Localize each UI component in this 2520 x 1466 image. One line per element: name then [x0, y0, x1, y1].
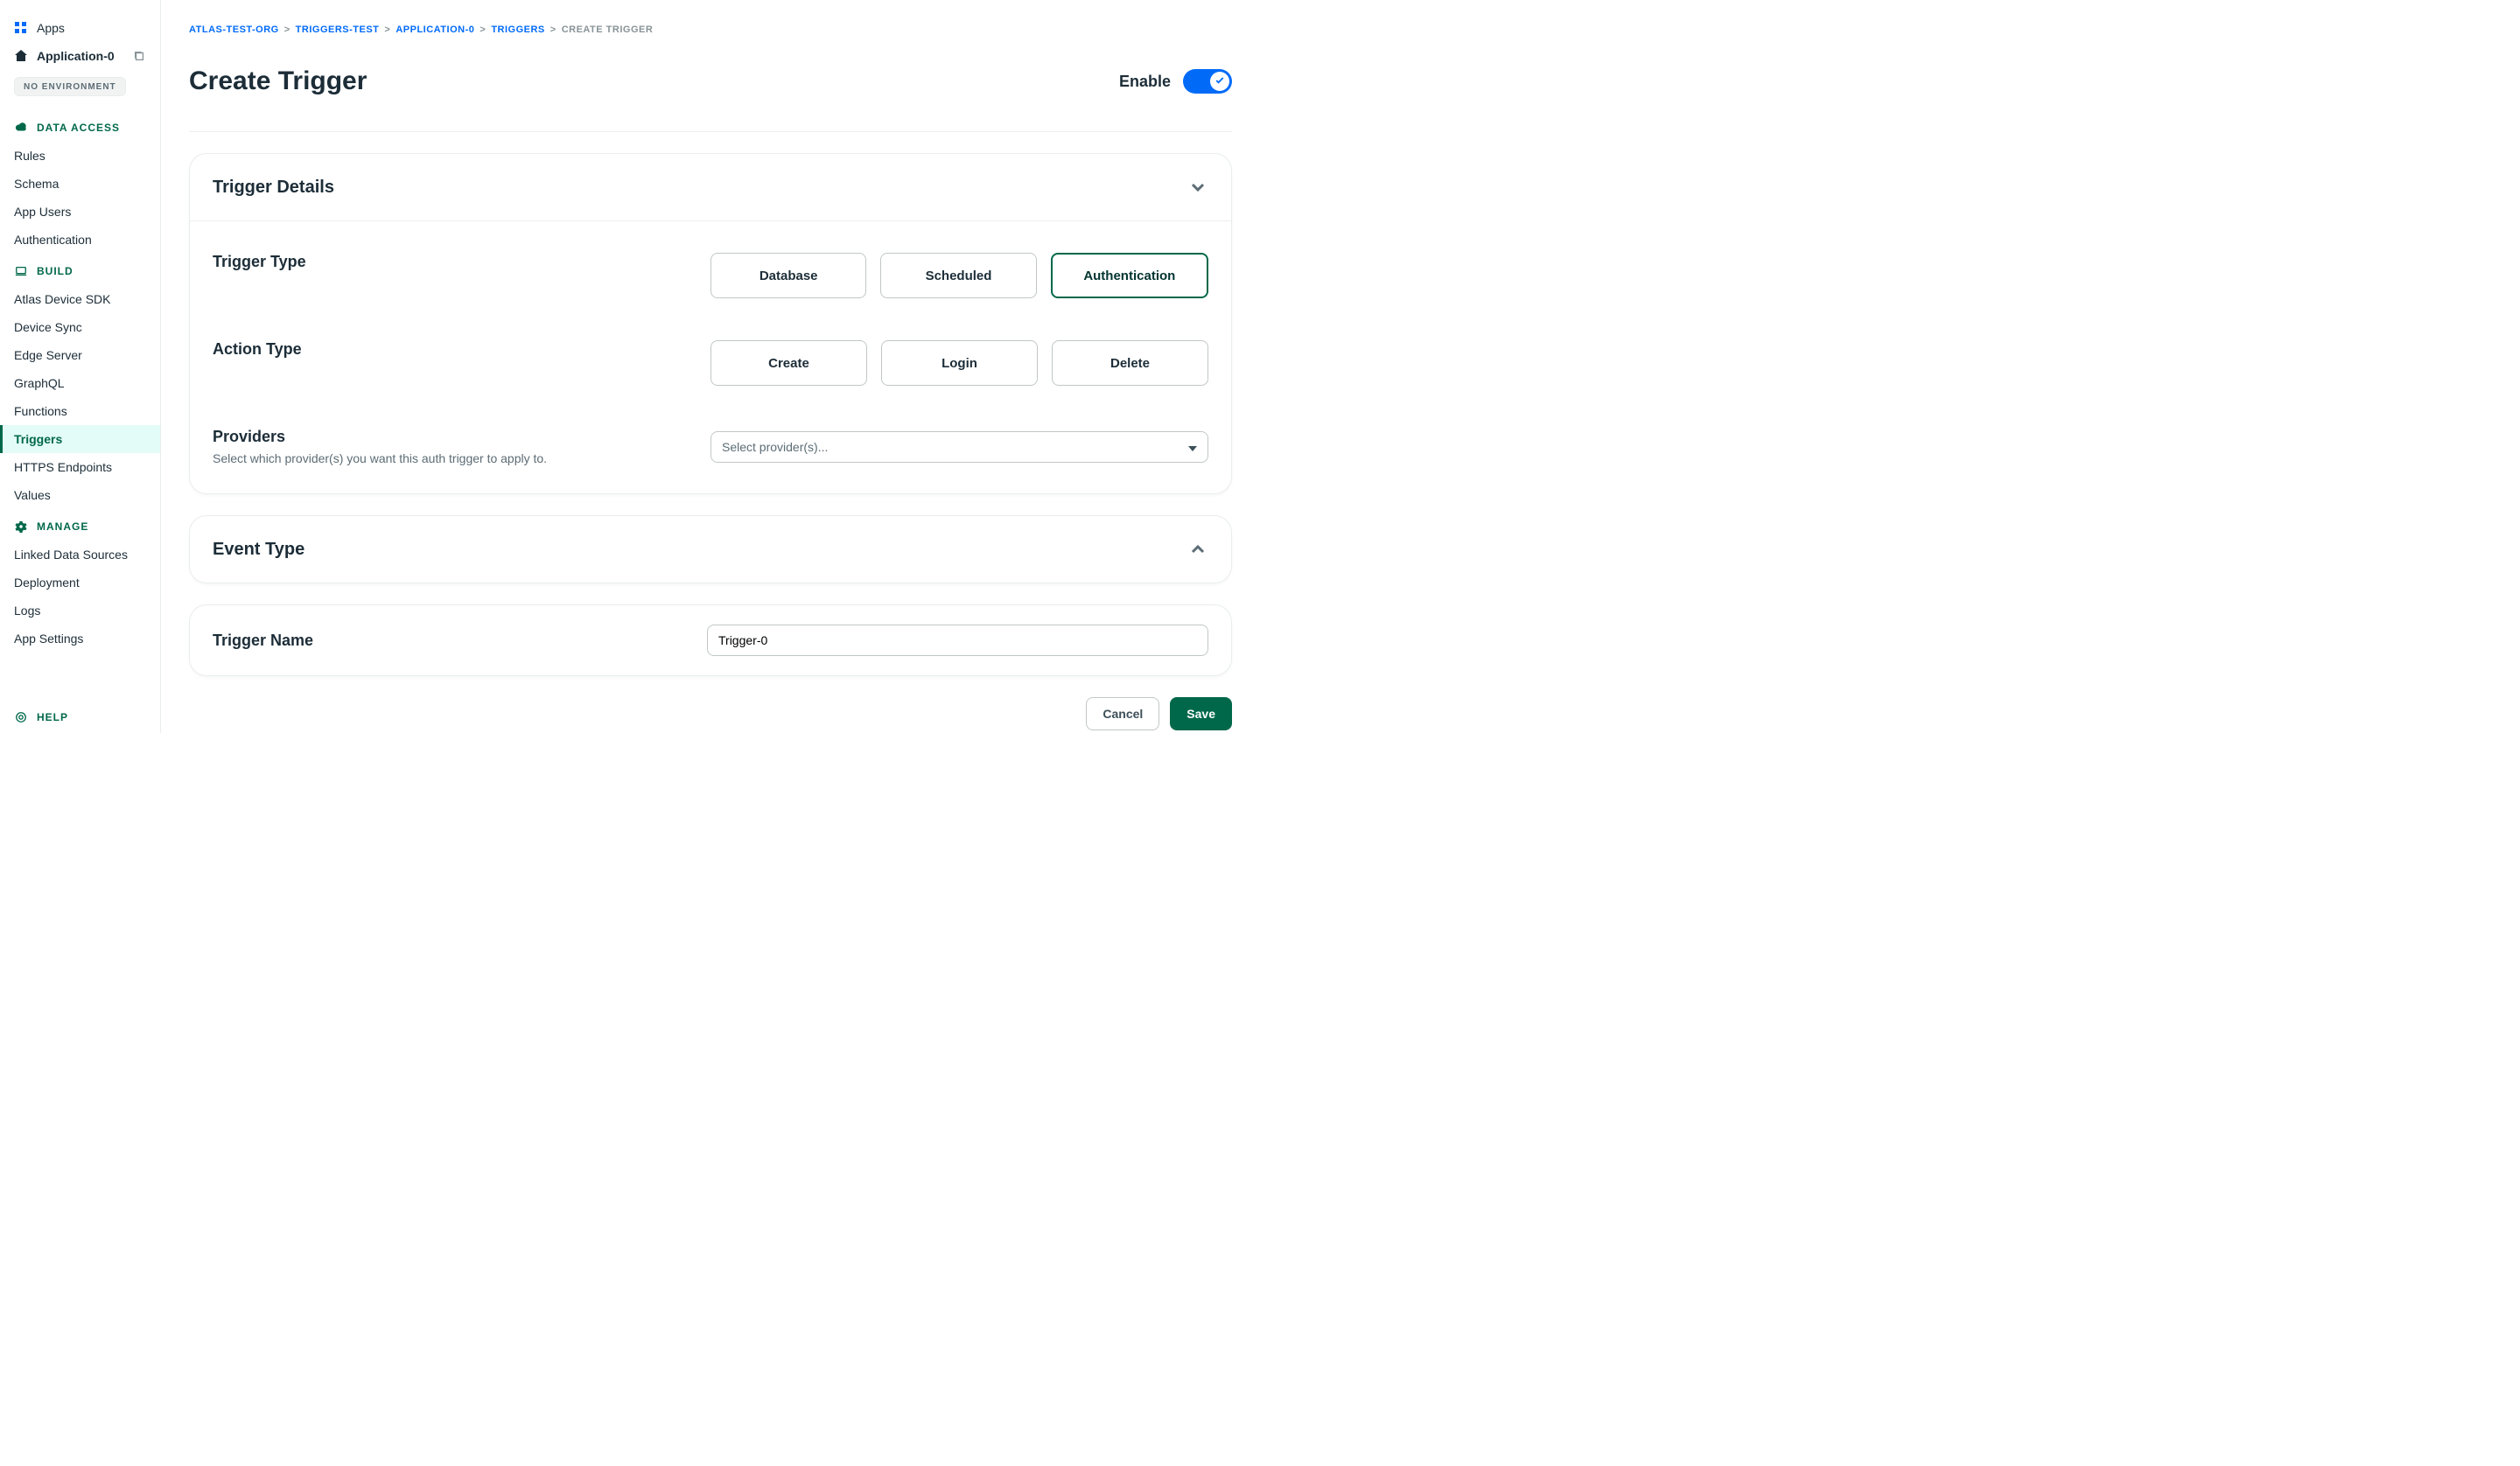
- providers-select-placeholder: Select provider(s)...: [722, 440, 828, 454]
- section-manage: MANAGE: [0, 509, 160, 541]
- sidebar-item-atlas-device-sdk[interactable]: Atlas Device SDK: [0, 285, 160, 313]
- section-title: BUILD: [37, 265, 74, 277]
- sidebar-item-authentication[interactable]: Authentication: [0, 226, 160, 254]
- trigger-type-options: Database Scheduled Authentication: [710, 253, 1208, 298]
- cancel-button[interactable]: Cancel: [1086, 697, 1159, 730]
- action-type-option-create[interactable]: Create: [710, 340, 867, 386]
- trigger-type-option-database[interactable]: Database: [710, 253, 866, 298]
- card-title: Trigger Details: [213, 178, 334, 198]
- chevron-up-icon: [1187, 539, 1208, 560]
- card-title: Event Type: [213, 540, 304, 560]
- sidebar-item-graphql[interactable]: GraphQL: [0, 369, 160, 397]
- cloud-icon: [14, 121, 28, 135]
- check-icon: [1214, 74, 1225, 88]
- sidebar-item-device-sync[interactable]: Device Sync: [0, 313, 160, 341]
- breadcrumb-separator: >: [480, 24, 486, 35]
- event-type-header[interactable]: Event Type: [190, 516, 1231, 583]
- section-build: BUILD: [0, 254, 160, 285]
- help-label: HELP: [37, 711, 68, 723]
- trigger-name-label: Trigger Name: [213, 632, 707, 650]
- breadcrumb-separator: >: [550, 24, 556, 35]
- trigger-type-option-scheduled[interactable]: Scheduled: [880, 253, 1036, 298]
- sidebar-item-deployment[interactable]: Deployment: [0, 569, 160, 597]
- sidebar-item-schema[interactable]: Schema: [0, 170, 160, 198]
- trigger-type-label: Trigger Type: [213, 253, 690, 271]
- footer-actions: Cancel Save: [189, 697, 1232, 730]
- trigger-type-row: Trigger Type Database Scheduled Authenti…: [213, 253, 1208, 298]
- gear-icon: [14, 520, 28, 534]
- home-icon: [14, 49, 28, 63]
- apps-icon: [14, 21, 28, 35]
- sidebar-item-https-endpoints[interactable]: HTTPS Endpoints: [0, 453, 160, 481]
- breadcrumb-separator: >: [384, 24, 390, 35]
- breadcrumb-link-org[interactable]: ATLAS-TEST-ORG: [189, 24, 279, 35]
- providers-control: Select provider(s)...: [710, 431, 1208, 463]
- trigger-details-header[interactable]: Trigger Details: [190, 154, 1231, 221]
- caret-down-icon: [1188, 440, 1197, 454]
- sidebar-item-functions[interactable]: Functions: [0, 397, 160, 425]
- breadcrumb-current: CREATE TRIGGER: [562, 24, 654, 35]
- enable-control: Enable: [1119, 69, 1232, 94]
- sidebar-item-values[interactable]: Values: [0, 481, 160, 509]
- breadcrumb-link-triggers[interactable]: TRIGGERS: [491, 24, 544, 35]
- section-title: DATA ACCESS: [37, 122, 120, 134]
- section-data-access: DATA ACCESS: [0, 110, 160, 142]
- breadcrumb: ATLAS-TEST-ORG > TRIGGERS-TEST > APPLICATI…: [189, 24, 1232, 35]
- environment-badge: NO ENVIRONMENT: [14, 77, 126, 96]
- page-title: Create Trigger: [189, 66, 367, 96]
- chevron-down-icon: [1187, 177, 1208, 198]
- main-content: ATLAS-TEST-ORG > TRIGGERS-TEST > APPLICATI…: [161, 0, 1260, 733]
- sidebar: Apps Application-0 NO ENVIRONMENT DATA A…: [0, 0, 161, 733]
- apps-label: Apps: [37, 21, 65, 35]
- sidebar-item-linked-data-sources[interactable]: Linked Data Sources: [0, 541, 160, 569]
- action-type-option-login[interactable]: Login: [881, 340, 1038, 386]
- trigger-name-card: Trigger Name: [189, 604, 1232, 676]
- breadcrumb-link-app[interactable]: APPLICATION-0: [396, 24, 474, 35]
- help-button[interactable]: HELP: [0, 702, 160, 733]
- enable-label: Enable: [1119, 73, 1171, 91]
- app-name: Application-0: [37, 49, 115, 63]
- sidebar-item-edge-server[interactable]: Edge Server: [0, 341, 160, 369]
- name-card-body: Trigger Name: [190, 605, 1231, 675]
- action-type-option-delete[interactable]: Delete: [1052, 340, 1208, 386]
- sidebar-item-rules[interactable]: Rules: [0, 142, 160, 170]
- apps-link[interactable]: Apps: [0, 14, 160, 42]
- current-app-row[interactable]: Application-0: [0, 42, 160, 70]
- trigger-name-input[interactable]: [707, 625, 1208, 656]
- action-type-label: Action Type: [213, 340, 690, 359]
- breadcrumb-separator: >: [284, 24, 290, 35]
- trigger-type-option-authentication[interactable]: Authentication: [1051, 253, 1208, 298]
- providers-row: Providers Select which provider(s) you w…: [213, 428, 1208, 465]
- enable-toggle[interactable]: [1183, 69, 1232, 94]
- breadcrumb-link-project[interactable]: TRIGGERS-TEST: [296, 24, 380, 35]
- providers-description: Select which provider(s) you want this a…: [213, 451, 690, 465]
- sidebar-item-triggers[interactable]: Triggers: [0, 425, 160, 453]
- copy-icon[interactable]: [132, 49, 146, 63]
- action-type-row: Action Type Create Login Delete: [213, 340, 1208, 386]
- life-ring-icon: [14, 710, 28, 724]
- trigger-details-card: Trigger Details Trigger Type Database Sc…: [189, 153, 1232, 494]
- sidebar-item-app-users[interactable]: App Users: [0, 198, 160, 226]
- save-button[interactable]: Save: [1170, 697, 1232, 730]
- toggle-knob: [1210, 72, 1229, 91]
- sidebar-item-app-settings[interactable]: App Settings: [0, 625, 160, 653]
- trigger-details-body: Trigger Type Database Scheduled Authenti…: [190, 221, 1231, 493]
- section-title: MANAGE: [37, 520, 88, 533]
- event-type-card: Event Type: [189, 515, 1232, 583]
- sidebar-item-logs[interactable]: Logs: [0, 597, 160, 625]
- action-type-options: Create Login Delete: [710, 340, 1208, 386]
- trigger-name-row: Trigger Name: [213, 625, 1208, 656]
- laptop-icon: [14, 264, 28, 278]
- providers-select[interactable]: Select provider(s)...: [710, 431, 1208, 463]
- page-header: Create Trigger Enable: [189, 49, 1232, 132]
- providers-label: Providers: [213, 428, 690, 446]
